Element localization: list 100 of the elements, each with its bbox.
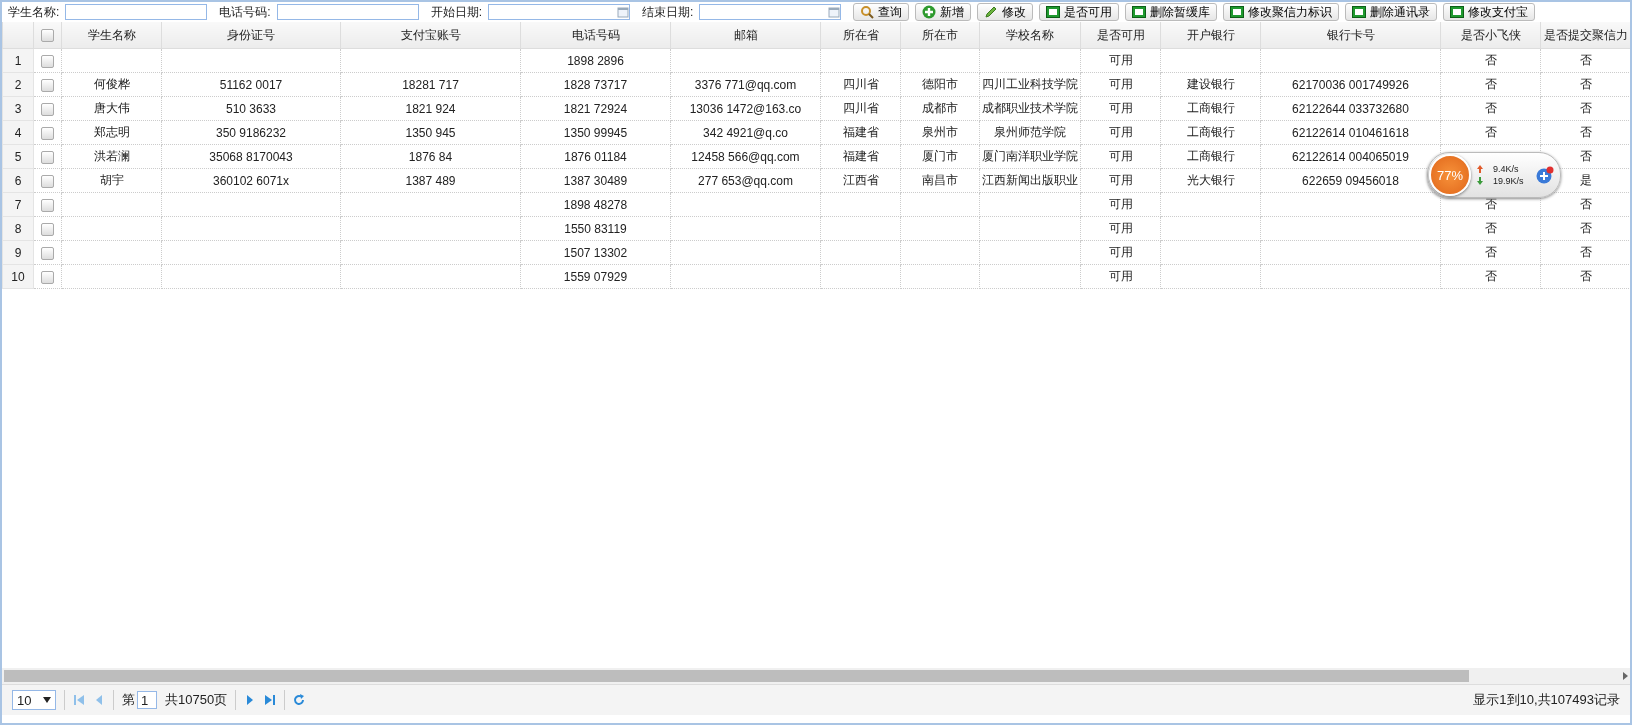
row-number: 7	[2, 192, 34, 217]
table-cell: 否	[1440, 240, 1541, 265]
total-pages: 共10750页	[165, 691, 228, 709]
download-arrow-icon	[1477, 177, 1483, 185]
field-label: 学生名称:	[8, 3, 60, 21]
table-cell: 否	[1440, 96, 1541, 121]
toolbar-button[interactable]: 是否可用	[1039, 3, 1120, 21]
table-cell: 否	[1440, 216, 1541, 241]
table-cell: 1821 924	[340, 96, 521, 121]
column-header[interactable]: 支付宝账号	[340, 22, 521, 49]
table-cell: 可用	[1080, 192, 1161, 217]
column-header[interactable]: 是否可用	[1080, 22, 1161, 49]
toolbar-button[interactable]: 删除通讯录	[1345, 3, 1438, 21]
table-cell: 1559 07929	[520, 264, 671, 289]
row-number: 4	[2, 120, 34, 145]
checkbox[interactable]	[41, 270, 54, 284]
column-header[interactable]: 开户银行	[1160, 22, 1261, 49]
table-cell: 厦门市	[900, 144, 980, 169]
table-cell: 厦门南洋职业学院	[979, 144, 1081, 169]
plus-icon	[1536, 166, 1554, 184]
checkbox[interactable]	[41, 246, 54, 260]
row-number: 10	[2, 264, 34, 289]
row-number: 8	[2, 216, 34, 241]
toolbar-button[interactable]: 新增	[915, 3, 972, 21]
column-header[interactable]: 所在市	[900, 22, 980, 49]
table-cell: 18281 717	[340, 72, 521, 97]
table-cell: 350 9186232	[161, 120, 341, 145]
checkbox[interactable]	[41, 102, 54, 116]
table-cell: 62122614 010461618	[1260, 120, 1441, 145]
dropdown-caret-icon	[43, 697, 51, 703]
column-header[interactable]: 身份证号	[161, 22, 341, 49]
table-cell: 可用	[1080, 120, 1161, 145]
table-cell: 1507 13302	[520, 240, 671, 265]
column-header[interactable]: 是否小飞侠	[1440, 22, 1541, 49]
square-icon	[1132, 6, 1147, 18]
table-cell: 1387 489	[340, 168, 521, 193]
column-header[interactable]: 学校名称	[979, 22, 1081, 49]
toolbar-button[interactable]: 修改	[977, 3, 1034, 21]
input-field[interactable]	[488, 4, 631, 20]
checkbox[interactable]	[41, 126, 54, 140]
table-cell: 泉州师范学院	[979, 120, 1081, 145]
table-cell: 否	[1440, 120, 1541, 145]
table-cell: 277 653@qq.com	[670, 168, 821, 193]
field-label: 结束日期:	[642, 3, 694, 21]
table-cell: 南昌市	[900, 168, 980, 193]
checkbox[interactable]	[41, 198, 54, 212]
search-icon	[860, 5, 875, 19]
column-header[interactable]: 电话号码	[520, 22, 671, 49]
table-cell: 胡宇	[61, 168, 162, 193]
table-cell: 360102 6071x	[161, 168, 341, 193]
column-header[interactable]: 是否提交聚信力	[1540, 22, 1630, 49]
page-size-select[interactable]: 10	[12, 690, 56, 710]
scrollbar-thumb[interactable]	[4, 670, 1469, 682]
table-cell: 1387 30489	[520, 168, 671, 193]
table-cell: 光大银行	[1160, 168, 1261, 193]
input-field[interactable]	[276, 4, 419, 20]
table-cell: 福建省	[820, 120, 901, 145]
table-cell: 1876 01184	[520, 144, 671, 169]
table-cell: 1350 945	[340, 120, 521, 145]
plus-icon	[922, 5, 937, 19]
row-number: 2	[2, 72, 34, 97]
speed-reading: 9.4K/s	[1493, 164, 1519, 174]
table-cell: 1828 73717	[520, 72, 671, 97]
upload-arrow-icon	[1477, 165, 1483, 173]
table-cell: 12458 566@qq.com	[670, 144, 821, 169]
checkbox[interactable]	[41, 29, 54, 43]
toolbar-button[interactable]: 查询	[853, 3, 910, 21]
table-cell: 郑志明	[61, 120, 162, 145]
column-header[interactable]: 邮箱	[670, 22, 821, 49]
table-cell: 江西省	[820, 168, 901, 193]
toolbar-button[interactable]: 修改支付宝	[1443, 3, 1536, 21]
field-label: 电话号码:	[219, 3, 271, 21]
input-field[interactable]	[65, 4, 208, 20]
calendar-icon	[617, 6, 630, 18]
page-number-field[interactable]: 1	[137, 691, 157, 709]
table-cell: 1876 84	[340, 144, 521, 169]
first-page-icon	[73, 694, 85, 706]
column-header[interactable]: 所在省	[820, 22, 901, 49]
row-number: 1	[2, 48, 34, 73]
toolbar-button[interactable]: 修改聚信力标识	[1223, 3, 1340, 21]
table-cell: 1898 2896	[520, 48, 671, 73]
checkbox[interactable]	[41, 174, 54, 188]
table-cell: 13036 1472@163.co	[670, 96, 821, 121]
table-cell: 1821 72924	[520, 96, 671, 121]
table-cell: 工商银行	[1160, 120, 1261, 145]
table-cell: 唐大伟	[61, 96, 162, 121]
toolbar-button[interactable]: 删除暂缓库	[1125, 3, 1218, 21]
table-cell: 四川工业科技学院	[979, 72, 1081, 97]
checkbox[interactable]	[41, 150, 54, 164]
field-label: 开始日期:	[430, 3, 483, 21]
row-number: 6	[2, 168, 34, 193]
input-field[interactable]	[699, 4, 842, 20]
table-cell: 德阳市	[900, 72, 980, 97]
column-header[interactable]: 学生名称	[61, 22, 162, 49]
table-cell: 3376 771@qq.com	[670, 72, 821, 97]
square-icon	[1352, 6, 1367, 18]
checkbox[interactable]	[41, 222, 54, 236]
checkbox[interactable]	[41, 54, 54, 68]
column-header[interactable]: 银行卡号	[1260, 22, 1441, 49]
checkbox[interactable]	[41, 78, 54, 92]
